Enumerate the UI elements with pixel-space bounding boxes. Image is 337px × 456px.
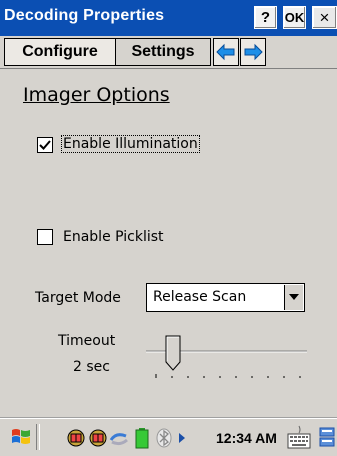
window-switch-icon[interactable] — [318, 426, 337, 448]
tab-scroll-right-button[interactable] — [240, 38, 266, 66]
caret-right-icon[interactable] — [178, 432, 186, 444]
network-icon-2[interactable] — [88, 428, 108, 448]
target-mode-value: Release Scan — [153, 289, 247, 305]
keyboard-icon[interactable] — [287, 424, 311, 450]
arrow-left-icon — [216, 43, 235, 61]
enable-illumination-label[interactable]: Enable Illumination — [61, 135, 200, 153]
sync-icon[interactable] — [108, 428, 130, 448]
bluetooth-icon[interactable] — [156, 428, 172, 448]
timeout-value: 2 sec — [73, 359, 110, 375]
slider-thumb[interactable] — [165, 335, 181, 371]
title-bar: Decoding Properties ? OK × — [0, 0, 337, 36]
target-mode-label: Target Mode — [35, 290, 121, 306]
window-title: Decoding Properties — [4, 7, 165, 24]
help-button[interactable]: ? — [254, 6, 277, 29]
taskbar-separator — [36, 424, 40, 450]
tab-configure[interactable]: Configure — [4, 38, 115, 66]
ok-button[interactable]: OK — [283, 6, 306, 29]
enable-picklist-checkbox[interactable] — [37, 229, 53, 245]
tab-strip: Configure Settings — [0, 36, 337, 69]
tab-scroll-left-button[interactable] — [213, 38, 239, 66]
battery-icon[interactable] — [135, 427, 149, 449]
close-button[interactable]: × — [312, 6, 337, 29]
taskbar-clock[interactable]: 12:34 AM — [216, 430, 277, 446]
arrow-right-icon — [244, 43, 263, 61]
slider-ticks — [155, 374, 301, 378]
enable-illumination-checkbox[interactable] — [37, 137, 53, 153]
windows-flag-icon[interactable] — [10, 426, 32, 448]
tab-settings[interactable]: Settings — [115, 38, 211, 66]
enable-picklist-label[interactable]: Enable Picklist — [63, 229, 164, 245]
section-title: Imager Options — [23, 84, 170, 106]
dropdown-button[interactable] — [284, 285, 303, 310]
network-icon[interactable] — [66, 428, 86, 448]
timeout-label: Timeout — [58, 333, 116, 349]
chevron-down-icon — [289, 294, 299, 300]
timeout-slider[interactable] — [144, 334, 309, 384]
checkmark-icon — [39, 140, 51, 150]
target-mode-select[interactable]: Release Scan — [146, 283, 305, 312]
